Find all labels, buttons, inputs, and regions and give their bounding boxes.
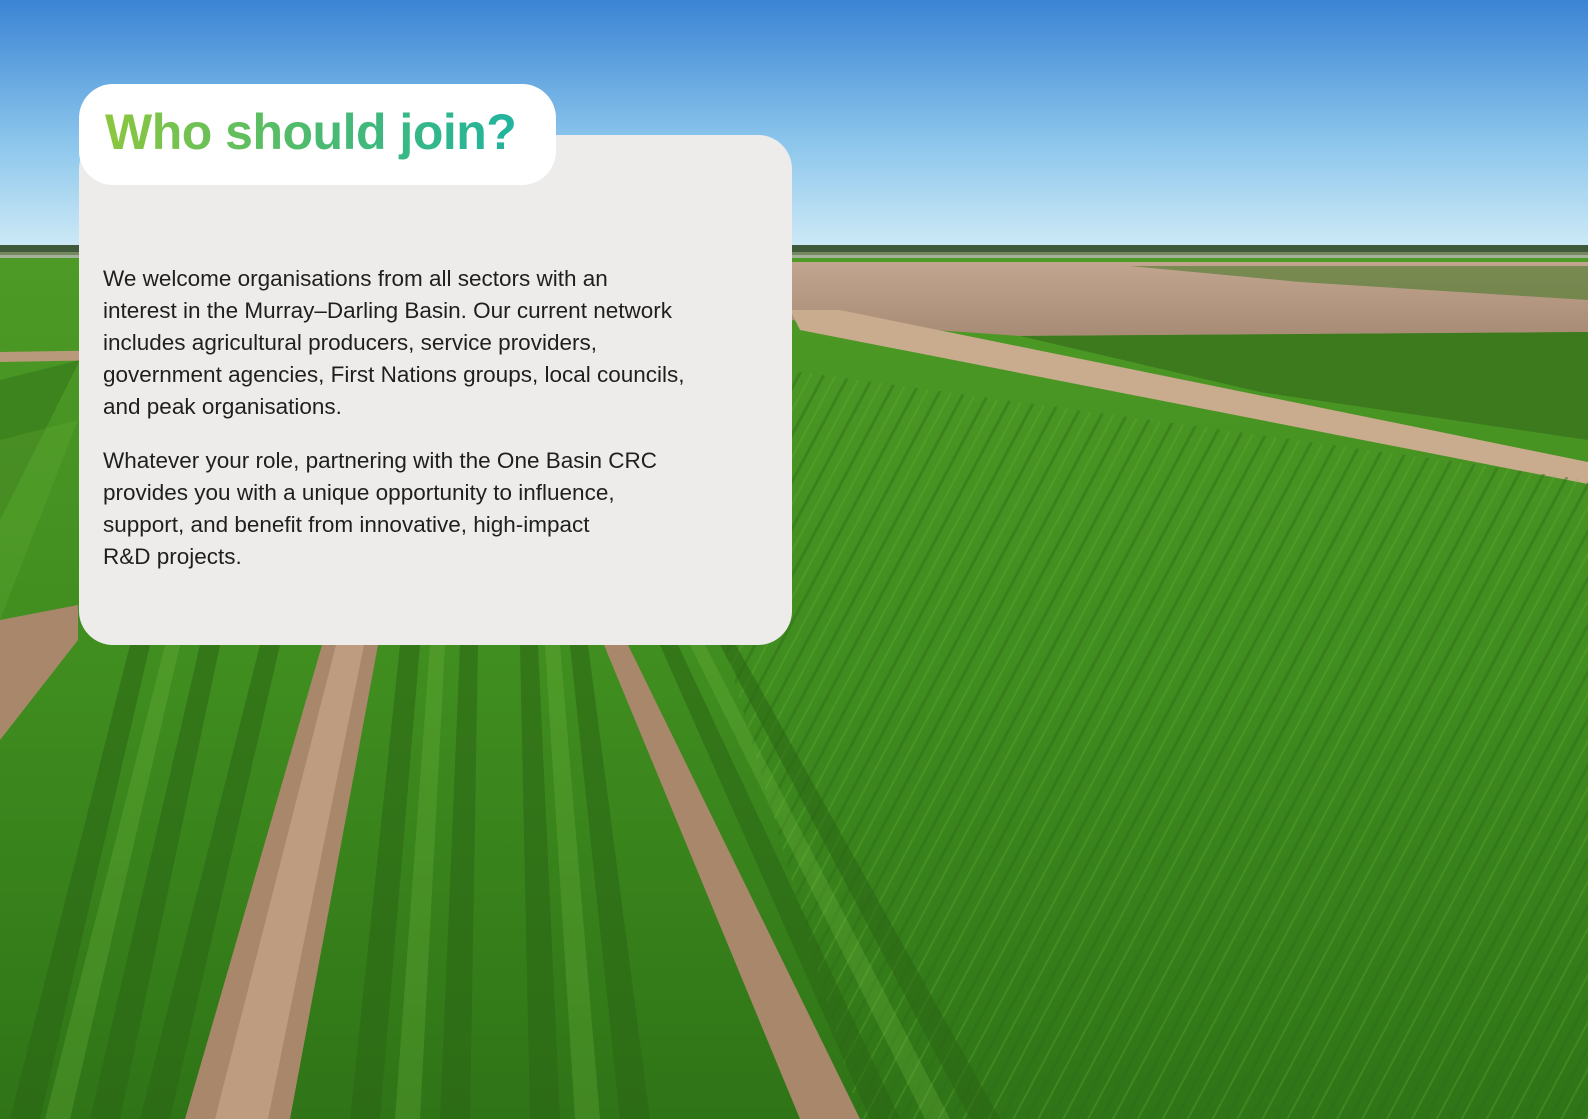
info-card: We welcome organisations from all sector… bbox=[79, 135, 792, 645]
intro-line: interest in the Murray–Darling Basin. Ou… bbox=[103, 298, 672, 323]
intro-line: and peak organisations. bbox=[103, 394, 342, 419]
title-tab: Who should join? bbox=[79, 84, 556, 185]
intro-paragraph: We welcome organisations from all sector… bbox=[103, 263, 762, 423]
intro-line: includes agricultural producers, service… bbox=[103, 330, 597, 355]
partnering-paragraph: Whatever your role, partnering with the … bbox=[103, 445, 762, 573]
partnering-line: R&D projects. bbox=[103, 544, 242, 569]
intro-line: government agencies, First Nations group… bbox=[103, 362, 685, 387]
page-title: Who should join? bbox=[105, 102, 556, 162]
partnering-line: provides you with a unique opportunity t… bbox=[103, 480, 615, 505]
partnering-line: support, and benefit from innovative, hi… bbox=[103, 512, 590, 537]
intro-line: We welcome organisations from all sector… bbox=[103, 266, 608, 291]
partnering-line: Whatever your role, partnering with the … bbox=[103, 448, 657, 473]
